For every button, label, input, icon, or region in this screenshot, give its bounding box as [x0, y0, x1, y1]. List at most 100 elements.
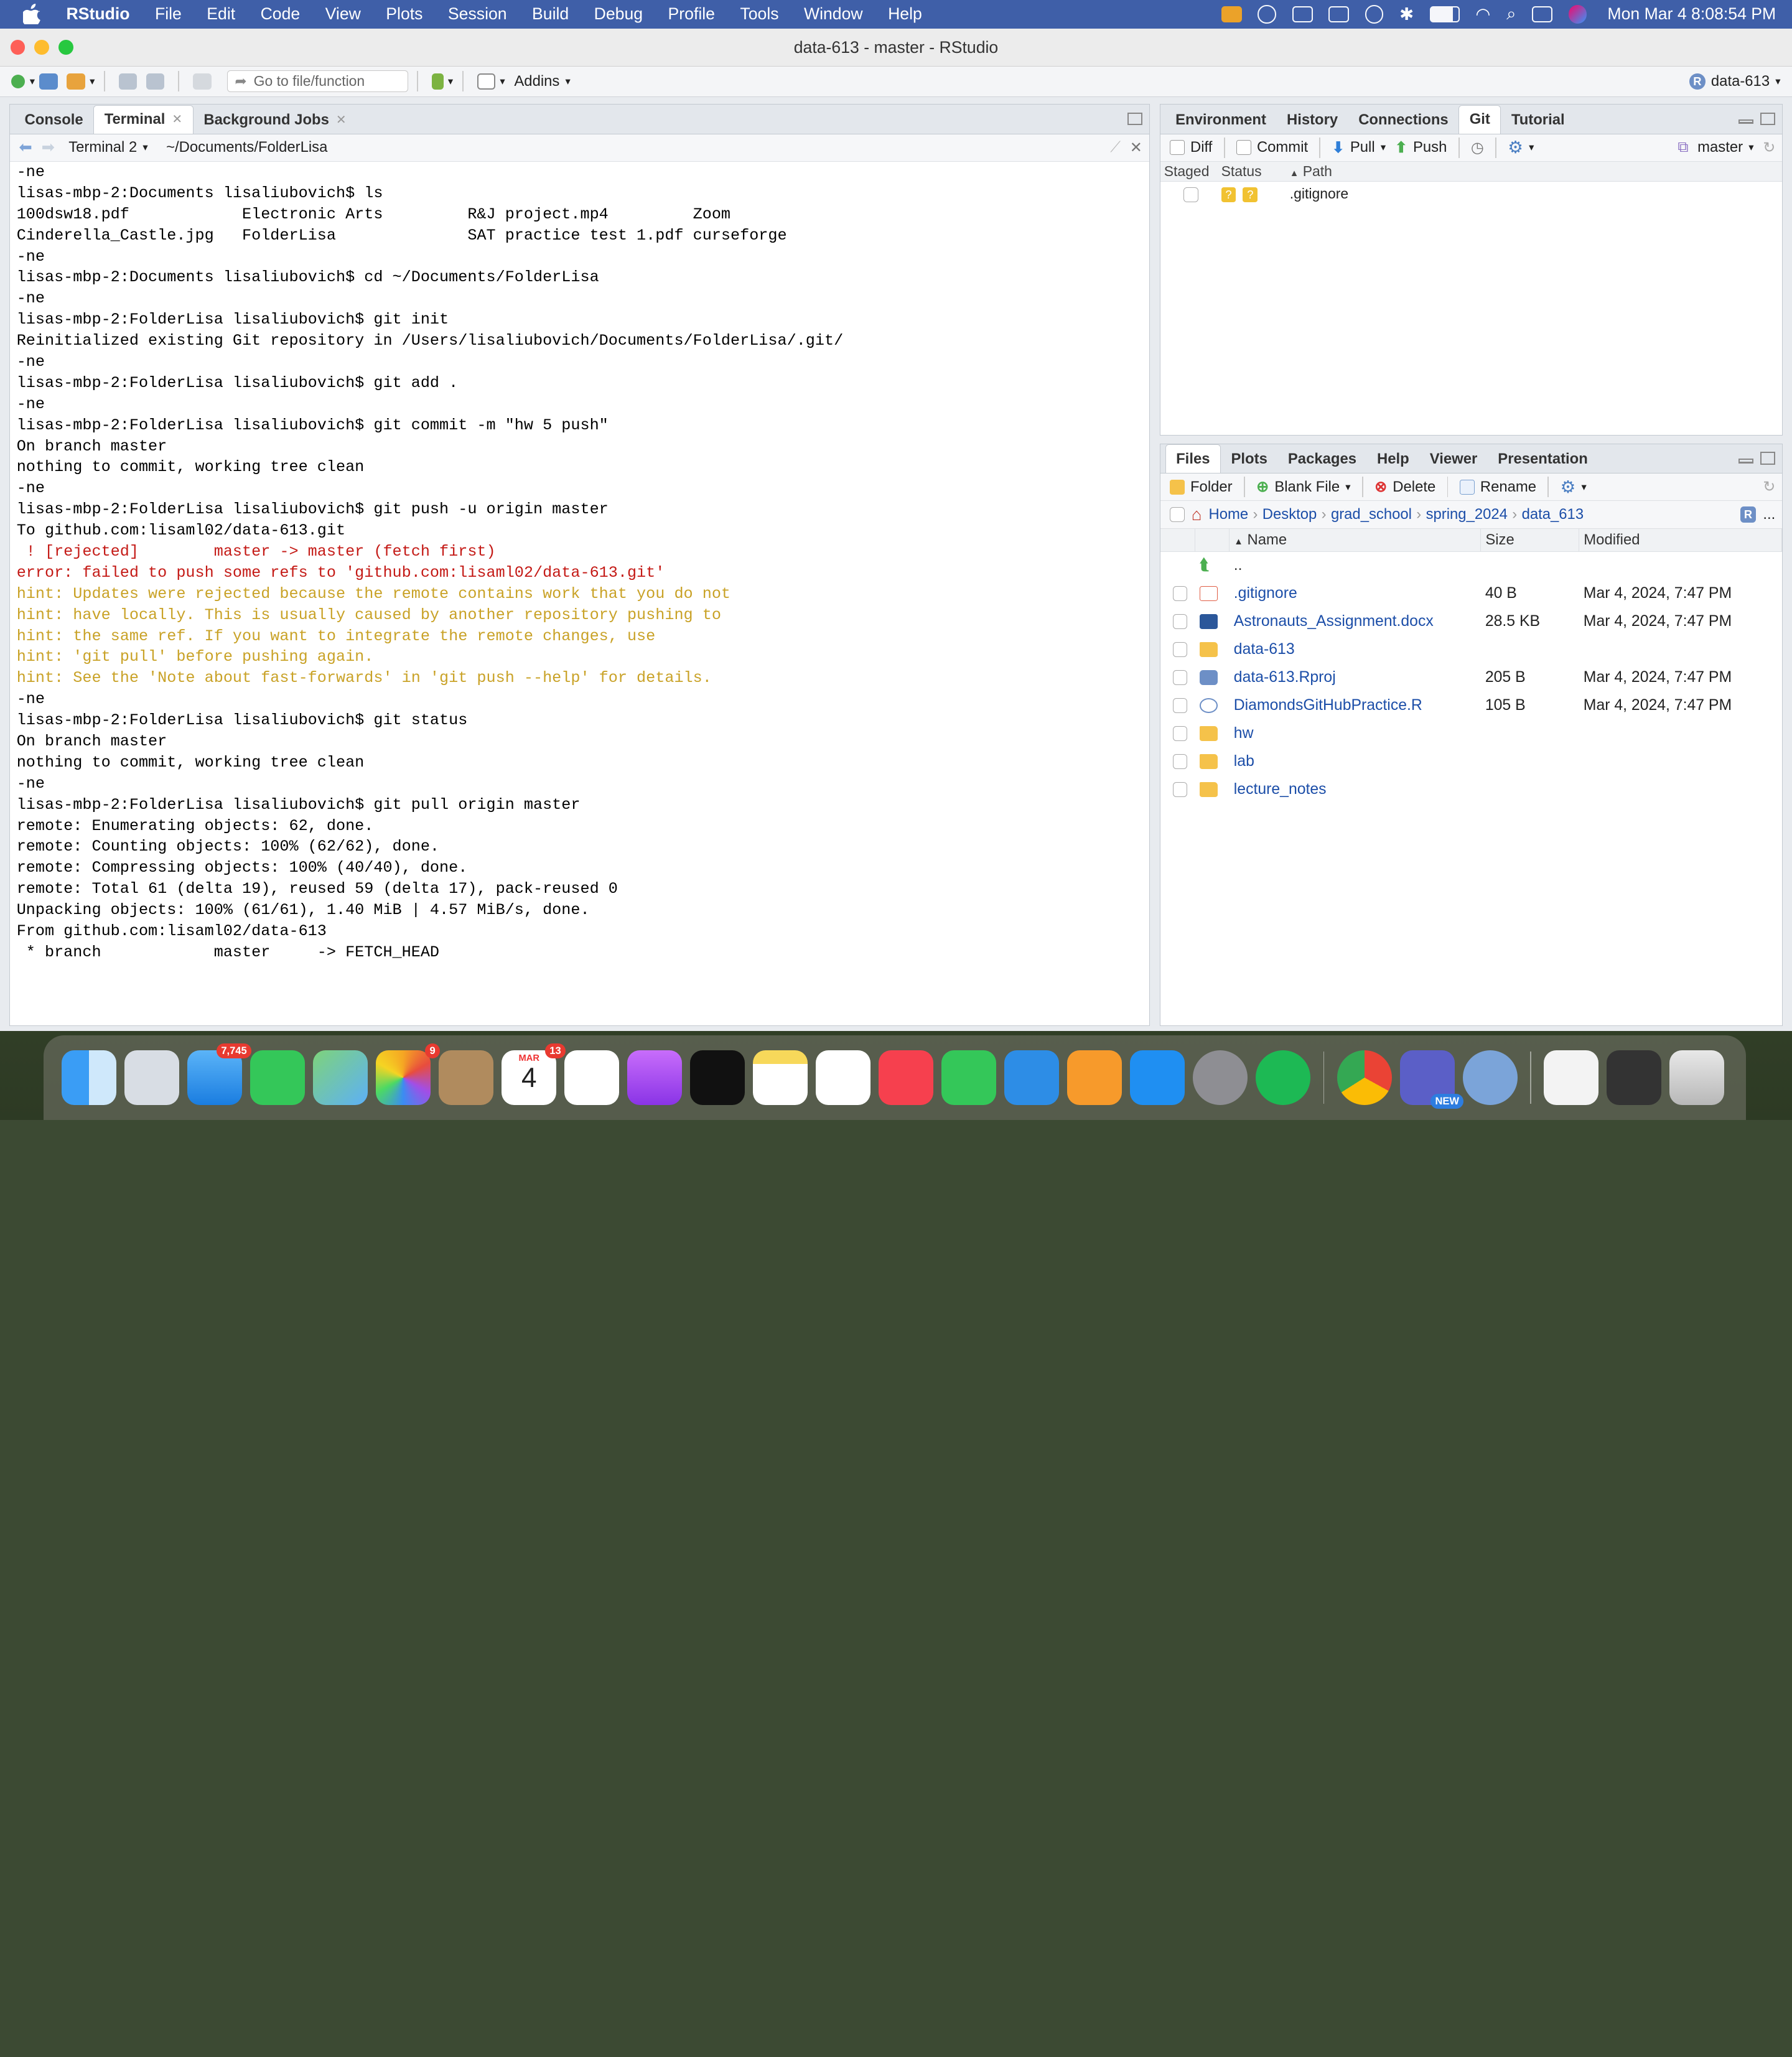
close-tab-icon[interactable]: ✕	[172, 106, 182, 133]
teams-icon[interactable]: NEW	[1399, 1050, 1464, 1109]
vcs-dropdown-icon[interactable]: ▾	[448, 75, 453, 88]
app-store-icon[interactable]	[1130, 1050, 1185, 1106]
branch-icon[interactable]: ⧉	[1678, 139, 1688, 156]
menu-file[interactable]: File	[142, 4, 194, 24]
minimize-pane-icon[interactable]	[1738, 119, 1754, 124]
staged-column-header[interactable]: Staged	[1160, 161, 1218, 182]
notification-icon[interactable]	[1221, 6, 1242, 22]
terminal-selector[interactable]: Terminal 2 ▾	[68, 139, 148, 156]
apple-icon[interactable]	[22, 0, 48, 29]
status-column-header[interactable]: Status	[1218, 161, 1287, 182]
pages-icon[interactable]	[1067, 1050, 1122, 1106]
new-project-icon[interactable]	[39, 73, 58, 90]
menu-plots[interactable]: Plots	[373, 4, 436, 24]
project-menu[interactable]: Rdata-613 ▾	[1689, 73, 1781, 90]
size-column-header[interactable]: Size	[1480, 528, 1579, 552]
menu-help[interactable]: Help	[875, 4, 935, 24]
tab-terminal[interactable]: Terminal ✕	[93, 105, 194, 134]
menu-code[interactable]: Code	[248, 4, 312, 24]
select-all-checkbox[interactable]	[1169, 507, 1185, 522]
menu-rstudio[interactable]: RStudio	[48, 4, 142, 24]
battery-icon[interactable]	[1429, 6, 1460, 22]
search-icon[interactable]: ⌕	[1506, 4, 1516, 24]
new-blank-file-button[interactable]: ⊕ Blank File ▾	[1256, 478, 1350, 496]
breadcrumb-grad-school[interactable]: grad_school	[1331, 506, 1412, 523]
close-terminal-icon[interactable]: ✕	[1130, 139, 1142, 157]
tab-viewer[interactable]: Viewer	[1419, 445, 1488, 473]
tab-history[interactable]: History	[1276, 106, 1348, 134]
minimize-window-button[interactable]	[34, 40, 49, 55]
open-file-icon[interactable]	[67, 73, 85, 90]
mail-icon[interactable]: 7,745	[187, 1043, 251, 1106]
diff-button[interactable]: Diff	[1169, 139, 1212, 156]
menu-tools[interactable]: Tools	[727, 4, 791, 24]
freeform-icon[interactable]	[816, 1050, 871, 1106]
files-more-button[interactable]: ⚙ ▾	[1561, 477, 1587, 497]
file-name[interactable]: Astronauts_Assignment.docx	[1229, 607, 1480, 635]
chrome-icon[interactable]	[1337, 1050, 1392, 1106]
delete-button[interactable]: ⊗ Delete	[1374, 478, 1435, 496]
close-tab-icon[interactable]: ✕	[336, 106, 347, 134]
file-row[interactable]: data-613	[1160, 635, 1782, 663]
new-file-icon[interactable]	[11, 74, 26, 88]
tab-environment[interactable]: Environment	[1165, 106, 1277, 134]
breadcrumb-spring-2024[interactable]: spring_2024	[1426, 506, 1508, 523]
file-name[interactable]: data-613.Rproj	[1229, 663, 1480, 691]
file-checkbox[interactable]	[1172, 670, 1188, 686]
finder-icon[interactable]	[62, 1050, 117, 1106]
file-row[interactable]: lab	[1160, 747, 1782, 775]
terminal-output[interactable]: -ne lisas-mbp-2:Documents lisaliubovich$ …	[10, 162, 1149, 1019]
goto-file-function-input[interactable]: ➦ Go to file/function	[227, 70, 408, 93]
file-checkbox[interactable]	[1172, 782, 1188, 797]
breadcrumb-data-613[interactable]: data_613	[1522, 506, 1584, 523]
tab-files[interactable]: Files	[1165, 444, 1221, 473]
keyboard-icon[interactable]	[1328, 6, 1350, 22]
maximize-pane-icon[interactable]	[1760, 112, 1776, 126]
git-more-button[interactable]: ⚙ ▾	[1508, 138, 1534, 157]
layout-dropdown-icon[interactable]: ▾	[500, 75, 505, 88]
maximize-window-button[interactable]	[58, 40, 73, 55]
git-row[interactable]: ?? .gitignore	[1160, 181, 1782, 206]
breadcrumb-desktop[interactable]: Desktop	[1262, 506, 1317, 523]
parent-directory-row[interactable]: ⮬ ..	[1160, 551, 1782, 579]
notes-icon[interactable]	[753, 1050, 808, 1106]
rproj-icon[interactable]: R	[1740, 506, 1757, 523]
stage-checkbox[interactable]	[1183, 187, 1198, 202]
file-checkbox[interactable]	[1172, 642, 1188, 658]
window-icon[interactable]	[1292, 6, 1313, 22]
file-row[interactable]: data-613.Rproj 205 B Mar 4, 2024, 7:47 PM	[1160, 663, 1782, 691]
minimize-pane-icon[interactable]	[1738, 459, 1754, 464]
clear-terminal-icon[interactable]: ⟋	[1110, 139, 1121, 156]
menu-profile[interactable]: Profile	[655, 4, 727, 24]
menu-edit[interactable]: Edit	[194, 4, 248, 24]
menu-view[interactable]: View	[312, 4, 373, 24]
control-center-icon[interactable]	[1532, 6, 1553, 22]
home-icon[interactable]: ⌂	[1192, 505, 1202, 525]
new-folder-button[interactable]: Folder	[1169, 478, 1233, 496]
trash-icon[interactable]	[1669, 1050, 1725, 1106]
path-column-header[interactable]: ▲ Path	[1286, 161, 1783, 182]
file-name[interactable]: lab	[1229, 747, 1480, 775]
save-icon[interactable]	[119, 73, 138, 90]
back-arrow-icon[interactable]: ⬅	[19, 138, 32, 157]
grid-layout-icon[interactable]	[477, 73, 496, 90]
file-checkbox[interactable]	[1172, 614, 1188, 630]
file-row[interactable]: .gitignore 40 B Mar 4, 2024, 7:47 PM	[1160, 579, 1782, 607]
tab-help[interactable]: Help	[1367, 445, 1420, 473]
pull-button[interactable]: ⬇ Pull ▾	[1332, 139, 1386, 157]
file-row[interactable]: hw	[1160, 719, 1782, 747]
menu-build[interactable]: Build	[520, 4, 582, 24]
maximize-pane-icon[interactable]	[1760, 452, 1776, 465]
clock[interactable]: Mon Mar 4 8:08:54 PM	[1607, 4, 1776, 24]
name-column-header[interactable]: ▲ Name	[1229, 528, 1481, 552]
forward-arrow-icon[interactable]: ➡	[42, 138, 55, 157]
push-button[interactable]: ⬆ Push	[1395, 139, 1447, 157]
file-name[interactable]: DiamondsGitHubPractice.R	[1229, 691, 1480, 719]
file-name[interactable]: hw	[1229, 719, 1480, 747]
contacts-icon[interactable]	[439, 1050, 494, 1106]
vcs-icon[interactable]	[432, 73, 444, 90]
file-checkbox[interactable]	[1172, 726, 1188, 742]
bluetooth-icon[interactable]: ✱	[1399, 4, 1414, 24]
apple-tv-icon[interactable]	[690, 1050, 745, 1106]
keynote-icon[interactable]	[1004, 1050, 1060, 1106]
